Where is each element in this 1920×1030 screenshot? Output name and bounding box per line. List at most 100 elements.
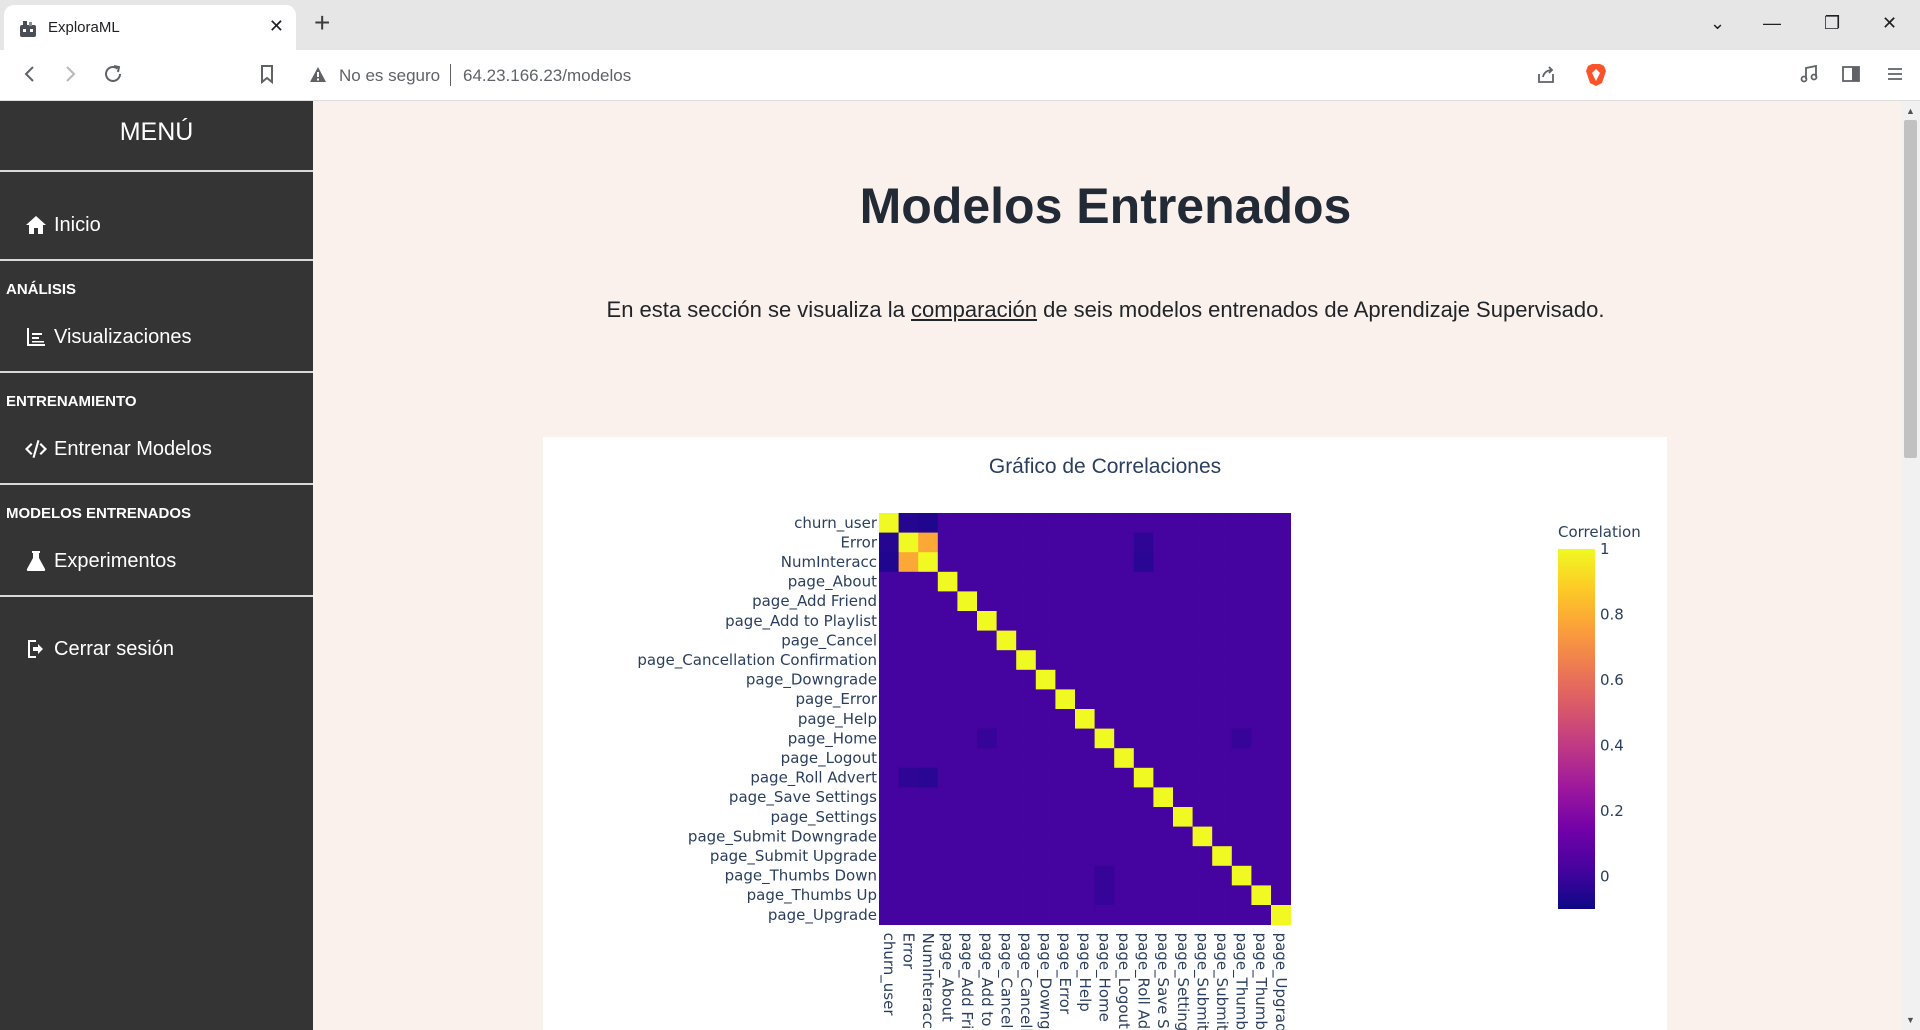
heatmap-cell [977, 709, 997, 729]
heatmap-cell [977, 532, 997, 553]
heatmap-cell [1094, 689, 1115, 710]
bookmark-icon[interactable] [255, 62, 279, 86]
sidebar-divider [0, 483, 313, 485]
heatmap-cell [1035, 591, 1056, 612]
colorbar-tick-label: 1 [1600, 540, 1610, 558]
heatmap-cell [1075, 513, 1095, 533]
heatmap-cell [1035, 807, 1056, 827]
heatmap-cell [918, 709, 939, 729]
sidebar-item-visualizaciones[interactable]: Visualizaciones [24, 325, 192, 349]
heatmap-cell [1153, 846, 1174, 867]
sidebar-divider [0, 371, 313, 373]
heatmap-cell [1094, 611, 1115, 631]
heatmap-cell [977, 767, 997, 788]
heatmap-cell [1055, 552, 1076, 573]
heatmap-cell [918, 552, 939, 573]
heatmap-cell [1173, 689, 1193, 710]
forward-icon[interactable] [58, 62, 82, 86]
heatmap-cell [1212, 709, 1233, 729]
heatmap-cell [1251, 865, 1272, 886]
reload-icon[interactable] [101, 62, 125, 86]
x-tick-label: page_About [938, 933, 957, 1022]
heatmap-cell [1271, 826, 1291, 847]
sidebar-item-experimentos[interactable]: Experimentos [24, 549, 176, 573]
heatmap-cell [1192, 709, 1213, 729]
heatmap-cell [1016, 591, 1037, 612]
address-bar[interactable]: No es seguro 64.23.166.23/modelos [295, 56, 1625, 94]
heatmap-cell [1173, 709, 1193, 729]
heatmap-cell [957, 905, 978, 925]
heatmap-cell [937, 787, 958, 808]
heatmap-cell [879, 728, 899, 749]
heatmap-cell [1192, 846, 1213, 867]
heatmap-cell [879, 885, 899, 906]
heatmap-cell [1094, 552, 1115, 573]
heatmap-cell [1231, 709, 1252, 729]
heatmap-cell [1192, 905, 1213, 925]
scroll-up-icon[interactable]: ▲ [1906, 106, 1915, 116]
heatmap-cell [937, 689, 958, 710]
scrollbar-thumb[interactable] [1904, 120, 1917, 458]
heatmap-cell [1153, 787, 1174, 808]
x-tick-label: page_Save S [1153, 933, 1172, 1029]
scroll-down-icon[interactable]: ▼ [1906, 1015, 1915, 1025]
sidebar-item-inicio[interactable]: Inicio [24, 213, 101, 237]
heatmap-cell [996, 513, 1017, 533]
heatmap-cell [1094, 513, 1115, 533]
brave-shield-icon[interactable] [1585, 63, 1607, 87]
heatmap-cell [1133, 748, 1154, 769]
colorbar-tick-label: 0.6 [1600, 671, 1624, 689]
heatmap-cell [1035, 846, 1056, 867]
heatmap-cell [1055, 650, 1076, 671]
close-tab-icon[interactable]: ✕ [269, 17, 284, 35]
section-label-analisis: ANÁLISIS [6, 281, 77, 298]
tab-search-icon[interactable]: ⌄ [1710, 13, 1725, 33]
heatmap-cell [1133, 650, 1154, 671]
intro-text-after: de seis modelos entrenados de Aprendizaj… [1036, 297, 1605, 322]
media-icon[interactable] [1798, 63, 1820, 85]
sidebar-item-cerrar-sesion[interactable]: Cerrar sesión [24, 637, 174, 661]
sidebar-item-label: Experimentos [54, 549, 177, 572]
heatmap-cell [1055, 689, 1076, 710]
correlation-heatmap[interactable]: churn_userErrorNumInteraccpage_Aboutpage… [543, 437, 1667, 1030]
x-tick-label: NumInteracc [919, 933, 937, 1029]
heatmap-cell [996, 591, 1017, 612]
heatmap-cell [1251, 709, 1272, 729]
y-tick-label: page_Submit Upgrade [710, 847, 877, 866]
heatmap-cell [957, 571, 978, 592]
heatmap-cell [879, 591, 899, 612]
browser-tab[interactable]: ExploraML ✕ [4, 5, 296, 50]
url-text[interactable]: 64.23.166.23/modelos [463, 66, 631, 86]
heatmap-cell [1271, 669, 1291, 690]
restore-button[interactable]: ❐ [1824, 13, 1840, 33]
heatmap-cell [957, 630, 978, 651]
heatmap-cell [1035, 689, 1056, 710]
section-label-entrenamiento: ENTRENAMIENTO [6, 393, 137, 410]
heatmap-cell [1055, 846, 1076, 867]
heatmap-cell [1271, 571, 1291, 592]
comparison-link[interactable]: comparación [911, 297, 1037, 322]
heatmap-cell [1114, 787, 1135, 808]
heatmap-cell [1251, 532, 1272, 553]
heatmap-cell [1094, 905, 1115, 925]
close-window-button[interactable]: ✕ [1882, 13, 1897, 33]
heatmap-cell [996, 709, 1017, 729]
share-icon[interactable] [1535, 64, 1557, 86]
heatmap-cell [937, 728, 958, 749]
heatmap-cell [1055, 767, 1076, 788]
page-scrollbar[interactable]: ▲ ▼ [1901, 101, 1920, 1030]
heatmap-cell [1133, 611, 1154, 631]
heatmap-cell [957, 767, 978, 788]
heatmap-cell [1094, 630, 1115, 651]
heatmap-cell [1173, 650, 1193, 671]
heatmap-cell [918, 728, 939, 749]
back-icon[interactable] [18, 62, 42, 86]
minimize-button[interactable]: — [1763, 13, 1781, 33]
sidebar-item-label: Entrenar Modelos [54, 437, 212, 460]
new-tab-button[interactable]: + [314, 9, 330, 37]
heatmap-cell [1133, 571, 1154, 592]
menu-icon[interactable] [1884, 63, 1906, 85]
sidebar-item-entrenar-modelos[interactable]: Entrenar Modelos [24, 437, 212, 461]
sidebar-toggle-icon[interactable] [1840, 63, 1862, 85]
heatmap-cell [918, 905, 939, 925]
